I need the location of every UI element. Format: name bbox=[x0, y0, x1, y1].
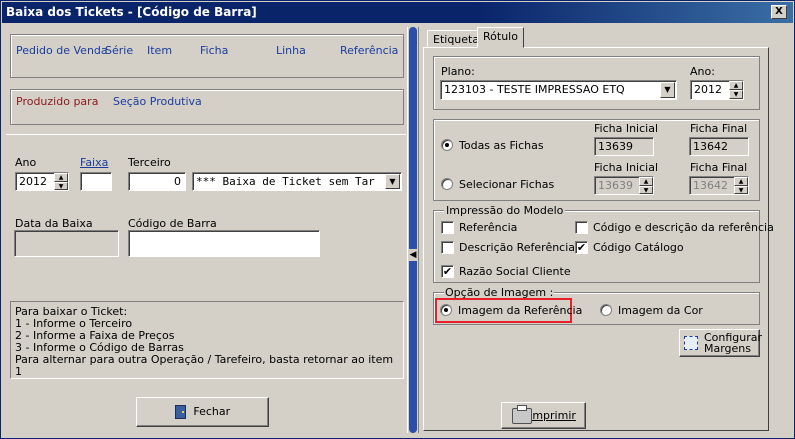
window-title: Baixa dos Tickets - [Código de Barra] bbox=[6, 5, 257, 19]
desc-ref-checkbox[interactable] bbox=[441, 241, 454, 254]
instructions-box: Para baixar o Ticket: 1 - Informe o Terc… bbox=[10, 301, 404, 379]
referencia-check-label: Referência bbox=[459, 221, 518, 234]
selecionar-fichas-radio[interactable] bbox=[441, 178, 453, 190]
selecionar-fichas-label: Selecionar Fichas bbox=[459, 178, 555, 191]
imagem-cor-label: Imagem da Cor bbox=[618, 304, 703, 317]
main-window: Baixa dos Tickets - [Código de Barra] X … bbox=[0, 0, 795, 439]
configurar-margens-button[interactable]: Configurar Margens bbox=[679, 329, 763, 357]
configurar-label: Configurar Margens bbox=[704, 331, 763, 355]
terceiro-value: 0 bbox=[174, 175, 181, 188]
terceiro-combo-value: *** Baixa de Ticket sem Tar bbox=[196, 175, 375, 188]
codigo-catalogo-label: Código Catálogo bbox=[593, 241, 684, 254]
todas-fichas-label: Todas as Fichas bbox=[459, 139, 544, 152]
terceiro-label: Terceiro bbox=[128, 156, 171, 169]
faixa-link[interactable]: Faixa bbox=[80, 156, 108, 169]
sel-ficha-final-label: Ficha Final bbox=[690, 161, 748, 174]
title-bar: Baixa dos Tickets - [Código de Barra] X bbox=[2, 2, 793, 23]
sel-inicial-value: 13639 bbox=[598, 179, 633, 192]
plano-value: 123103 - TESTE IMPRESSAO ETQ bbox=[444, 83, 625, 96]
margins-icon bbox=[684, 336, 698, 350]
sel-final-value: 13642 bbox=[693, 179, 728, 192]
splitter[interactable]: ◀ bbox=[407, 27, 419, 433]
divider bbox=[6, 134, 406, 135]
todas-final-field: 13642 bbox=[689, 137, 749, 156]
ano-spinner[interactable]: ▲ ▼ bbox=[54, 173, 68, 190]
imprimir-button[interactable]: Imprimir bbox=[501, 402, 586, 429]
fechar-label: Fechar bbox=[193, 405, 231, 418]
codigo-barra-input[interactable] bbox=[128, 230, 320, 257]
todas-inicial-value: 13639 bbox=[598, 140, 633, 153]
imagem-cor-radio[interactable] bbox=[600, 304, 612, 316]
referencia-checkbox[interactable] bbox=[441, 221, 454, 234]
col-serie: Série bbox=[105, 44, 134, 57]
sel-ficha-inicial-label: Ficha Inicial bbox=[594, 161, 659, 174]
close-button[interactable]: X bbox=[771, 5, 787, 19]
sel-final-spinner[interactable]: ▲ ▼ bbox=[734, 177, 748, 194]
ficha-inicial-label: Ficha Inicial bbox=[594, 122, 659, 135]
produced-for-label: Produzido para bbox=[16, 95, 99, 108]
terceiro-combo[interactable]: *** Baixa de Ticket sem Tar ▼ bbox=[192, 172, 402, 191]
codigo-barra-label: Código de Barra bbox=[128, 217, 217, 230]
instruction-line: Para alternar para outra Operação / Tare… bbox=[15, 353, 394, 378]
col-linha: Linha bbox=[276, 44, 306, 57]
col-referencia: Referência bbox=[340, 44, 399, 57]
ano-value: 2012 bbox=[19, 175, 47, 188]
terceiro-input[interactable]: 0 bbox=[128, 172, 186, 191]
ano-label: Ano bbox=[15, 156, 37, 169]
imprimir-label: Imprimir bbox=[529, 409, 576, 422]
todas-inicial-field: 13639 bbox=[594, 137, 654, 156]
codigo-catalogo-checkbox[interactable]: ✔ bbox=[575, 241, 588, 254]
plano-ano-label: Ano: bbox=[690, 65, 715, 78]
tab-rotulo[interactable]: Rótulo bbox=[477, 27, 524, 48]
desc-ref-label: Descrição Referência bbox=[459, 241, 576, 254]
razao-social-checkbox[interactable]: ✔ bbox=[441, 265, 454, 278]
door-icon bbox=[174, 405, 186, 419]
col-pedido-venda: Pedido de Venda bbox=[16, 44, 108, 57]
todas-fichas-radio[interactable] bbox=[441, 139, 453, 151]
collapse-arrow-icon[interactable]: ◀ bbox=[408, 249, 418, 261]
razao-social-label: Razão Social Cliente bbox=[459, 265, 571, 278]
section-label: Seção Produtiva bbox=[113, 95, 202, 108]
todas-final-value: 13642 bbox=[693, 140, 728, 153]
codigo-desc-label: Código e descrição da referência bbox=[593, 221, 774, 234]
chevron-down-icon[interactable]: ▼ bbox=[660, 82, 675, 98]
fechar-button[interactable]: Fechar bbox=[136, 397, 269, 427]
data-baixa-field bbox=[14, 230, 119, 257]
splitter-bar bbox=[409, 27, 417, 433]
codigo-desc-checkbox[interactable] bbox=[575, 221, 588, 234]
plano-select[interactable]: 123103 - TESTE IMPRESSAO ETQ ▼ bbox=[440, 80, 677, 100]
plano-ano-value: 2012 bbox=[694, 83, 722, 96]
sel-inicial-spinner[interactable]: ▲ ▼ bbox=[639, 177, 653, 194]
ficha-final-label: Ficha Final bbox=[690, 122, 748, 135]
chevron-down-icon[interactable]: ▼ bbox=[385, 174, 400, 189]
data-baixa-label: Data da Baixa bbox=[15, 217, 93, 230]
printer-icon bbox=[512, 405, 532, 424]
imagem-referencia-radio[interactable] bbox=[440, 304, 452, 316]
imagem-referencia-label: Imagem da Referência bbox=[458, 304, 583, 317]
faixa-input[interactable] bbox=[80, 172, 112, 191]
plano-ano-spinner[interactable]: ▲ ▼ bbox=[729, 81, 743, 99]
col-ficha: Ficha bbox=[200, 44, 229, 57]
col-item: Item bbox=[147, 44, 173, 57]
impressao-title: Impressão do Modelo bbox=[444, 204, 566, 217]
plano-label: Plano: bbox=[441, 65, 475, 78]
